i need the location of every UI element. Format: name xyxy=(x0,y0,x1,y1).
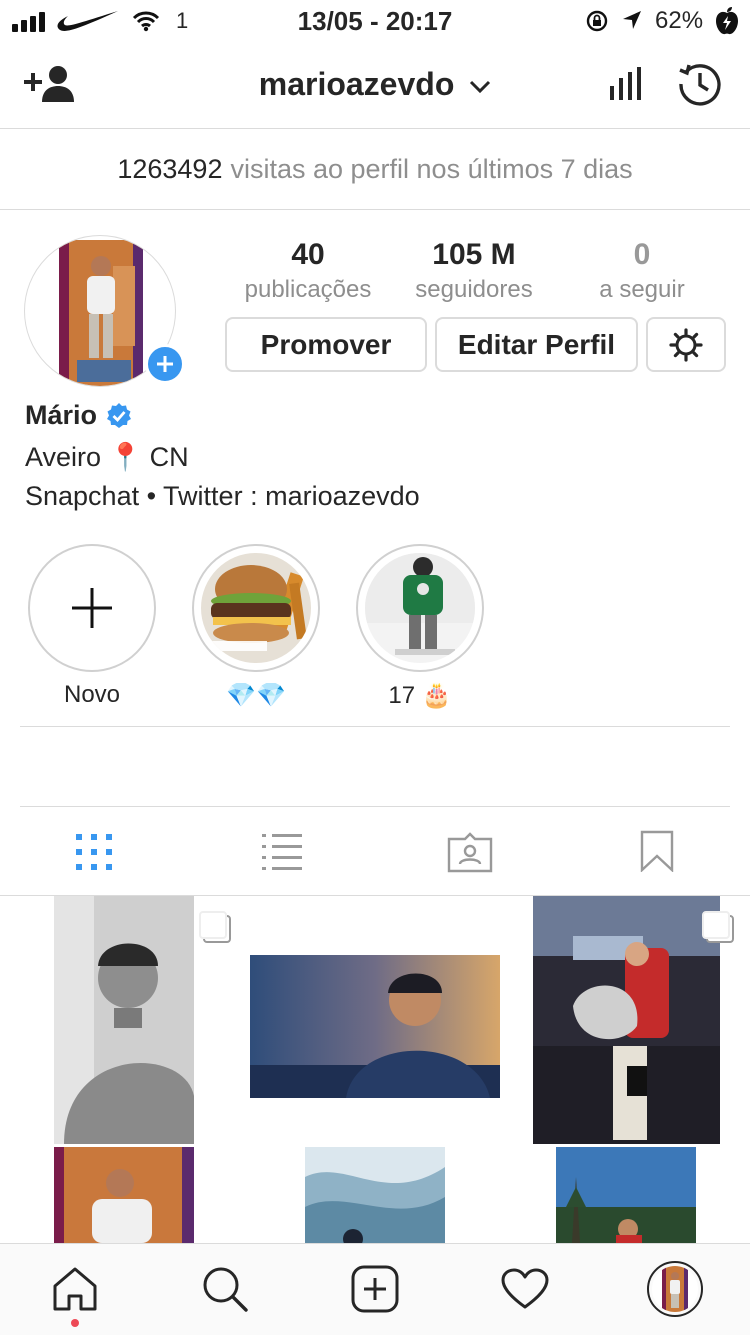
stat-following[interactable]: 0 a seguir xyxy=(562,238,722,304)
stat-followers-label: seguidores xyxy=(415,276,533,303)
highlight-birthday-circle[interactable] xyxy=(356,544,484,672)
post-thumbnail[interactable] xyxy=(305,1147,445,1243)
profile-header: marioazevdo xyxy=(0,40,750,129)
location-arrow-icon xyxy=(623,11,641,29)
username-text: marioazevdo xyxy=(258,66,455,102)
highlight-diamonds-circle[interactable] xyxy=(192,544,320,672)
post-image xyxy=(556,1147,696,1243)
visits-text: visitas ao perfil nos últimos 7 dias xyxy=(230,153,633,184)
bio-line-links: Snapchat • Twitter : marioazevdo xyxy=(25,481,420,511)
profile-avatar[interactable] xyxy=(647,1261,703,1317)
post-thumbnail[interactable] xyxy=(556,1147,696,1243)
divider xyxy=(20,726,730,727)
edit-profile-button[interactable]: Editar Perfil xyxy=(435,317,638,372)
stat-followers[interactable]: 105 M seguidores xyxy=(394,238,554,304)
visits-count: 1263492 xyxy=(117,153,223,184)
add-story-badge[interactable] xyxy=(145,344,185,384)
promote-button[interactable]: Promover xyxy=(225,317,427,372)
post-thumbnail[interactable] xyxy=(54,1147,194,1243)
verified-badge-icon xyxy=(107,402,132,428)
highlight-cover-person xyxy=(365,553,475,663)
highlight-new[interactable]: Novo xyxy=(28,544,156,709)
battery-percent: 62% xyxy=(655,7,704,34)
highlight-diamonds[interactable]: 💎💎 xyxy=(192,544,320,710)
post-image xyxy=(250,955,500,1098)
stat-posts-value: 40 xyxy=(291,238,325,271)
notification-dot xyxy=(71,1319,79,1327)
profile-name-text: Mário xyxy=(25,400,98,430)
post-thumbnail[interactable] xyxy=(533,896,720,1144)
profile-visits-banner[interactable]: 1263492 visitas ao perfil nos últimos 7 … xyxy=(0,129,750,210)
plus-icon xyxy=(72,588,112,628)
search-icon[interactable] xyxy=(202,1266,248,1312)
saved-icon[interactable] xyxy=(640,830,674,872)
stat-posts-label: publicações xyxy=(244,276,372,303)
profile-name: Mário xyxy=(25,400,133,431)
stat-posts[interactable]: 40 publicações xyxy=(228,238,388,304)
grid-icon[interactable] xyxy=(76,834,112,870)
post-thumbnail[interactable] xyxy=(54,896,194,1144)
highlight-new-label: Novo xyxy=(63,681,121,708)
insights-icon[interactable] xyxy=(608,66,644,102)
post-image xyxy=(54,1147,194,1243)
stat-following-label: a seguir xyxy=(599,276,685,303)
status-bar: 1 13/05 - 20:17 62% xyxy=(0,0,750,40)
bottom-nav xyxy=(0,1243,750,1335)
post-image xyxy=(533,896,720,1144)
highlight-diamonds-label: 💎💎 xyxy=(226,682,286,709)
chevron-down-icon xyxy=(470,80,491,93)
add-post-icon[interactable] xyxy=(351,1265,399,1313)
highlight-new-circle[interactable] xyxy=(28,544,156,672)
stat-followers-value: 105 M xyxy=(432,238,516,271)
multi-post-icon xyxy=(199,911,233,945)
multi-post-icon xyxy=(702,911,736,945)
post-image xyxy=(305,1147,445,1243)
archive-icon[interactable] xyxy=(678,62,722,106)
profile-avatar-image xyxy=(652,1266,698,1312)
post-thumbnail[interactable] xyxy=(250,955,500,1098)
bio-line-location: Aveiro 📍 CN xyxy=(25,442,189,472)
highlight-cover-burger xyxy=(201,553,311,663)
heart-icon[interactable] xyxy=(501,1268,549,1310)
rotation-lock-icon xyxy=(586,10,608,32)
gear-icon xyxy=(669,327,703,362)
home-icon[interactable] xyxy=(52,1266,98,1312)
list-icon[interactable] xyxy=(262,834,302,870)
highlight-birthday-label: 17 🎂 xyxy=(388,682,452,709)
tagged-icon[interactable] xyxy=(447,831,493,873)
plus-icon xyxy=(157,356,173,372)
stat-following-value: 0 xyxy=(633,238,651,271)
profile-tabs xyxy=(0,807,750,896)
post-image xyxy=(54,896,194,1144)
battery-charging-icon xyxy=(716,7,738,35)
settings-button[interactable] xyxy=(646,317,726,372)
highlight-birthday[interactable]: 17 🎂 xyxy=(356,544,484,710)
